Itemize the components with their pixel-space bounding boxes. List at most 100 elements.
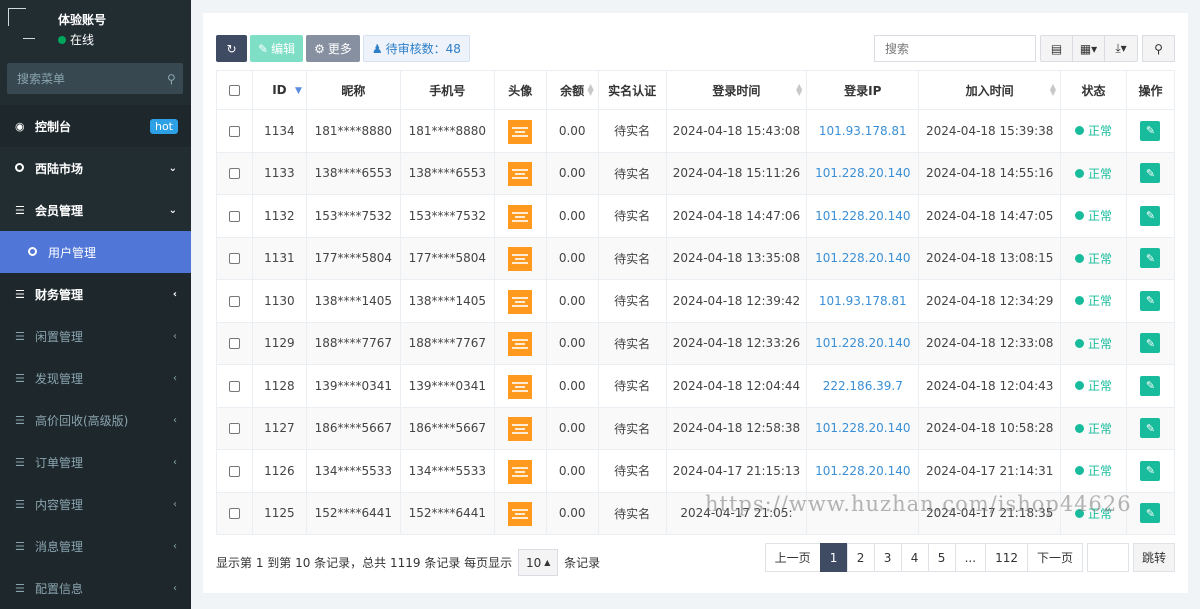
- select-all-checkbox[interactable]: [228, 85, 240, 96]
- status-badge: 正常: [1075, 207, 1112, 224]
- page-2-button[interactable]: 2: [846, 543, 875, 572]
- sidebar-item-discover[interactable]: ☰ 发现管理 ‹: [0, 357, 191, 399]
- cell-login-ip[interactable]: 101.228.20.140: [806, 449, 920, 493]
- page-last-button[interactable]: 112: [985, 543, 1028, 572]
- edit-row-button[interactable]: ✎: [1140, 205, 1161, 226]
- cell-actions: ✎: [1125, 491, 1176, 535]
- cell-id: 1131: [251, 236, 307, 280]
- page-size-select[interactable]: 10 ▲: [518, 549, 559, 576]
- header-join-time[interactable]: 加入时间 ▲ ▼: [918, 70, 1062, 110]
- row-checkbox[interactable]: [228, 380, 240, 392]
- sidebar-item-label: 财务管理: [35, 287, 84, 302]
- avatar-thumbnail[interactable]: [508, 289, 533, 314]
- page-4-button[interactable]: 4: [900, 543, 929, 572]
- more-button[interactable]: ⚙ 更多: [306, 35, 360, 62]
- avatar-thumbnail[interactable]: [508, 119, 533, 144]
- edit-button[interactable]: ✎ 编辑: [250, 35, 304, 62]
- table-row: 1128 139****0341 139****0341 0.00 待实名 2024-04…: [216, 364, 1176, 408]
- header-auth: 实名认证: [597, 70, 667, 110]
- pencil-icon: ✎: [1145, 294, 1156, 308]
- edit-row-button[interactable]: ✎: [1140, 248, 1161, 269]
- export-icon[interactable]: ⤓▾: [1105, 36, 1137, 61]
- sidebar-item-finance[interactable]: ☰ 财务管理 ‹: [0, 273, 191, 315]
- row-checkbox[interactable]: [228, 295, 240, 307]
- cell-phone: 177****5804: [399, 236, 495, 280]
- cell-status: 正常: [1060, 449, 1127, 493]
- cell-login-ip[interactable]: 101.228.20.140: [806, 194, 920, 238]
- table-row: 1132 153****7532 153****7532 0.00 待实名 2024-04…: [216, 194, 1176, 238]
- sort-icon: ▲ ▼: [796, 82, 803, 97]
- avatar-thumbnail[interactable]: [508, 162, 533, 187]
- refresh-button[interactable]: ↻: [216, 35, 247, 62]
- sidebar-item-config[interactable]: ☰ 配置信息 ‹: [0, 567, 191, 609]
- row-checkbox[interactable]: [228, 338, 240, 350]
- sidebar-item-orders[interactable]: ☰ 订单管理 ‹: [0, 441, 191, 483]
- page-5-button[interactable]: 5: [927, 543, 956, 572]
- avatar-thumbnail[interactable]: [508, 332, 533, 357]
- toggle-view-icon[interactable]: ▤: [1041, 36, 1073, 61]
- edit-row-button[interactable]: ✎: [1140, 333, 1161, 354]
- next-page-button[interactable]: 下一页: [1026, 543, 1083, 572]
- status-dot-icon: [1075, 381, 1084, 391]
- row-checkbox[interactable]: [228, 465, 240, 477]
- cell-login-ip[interactable]: 101.228.20.140: [806, 406, 920, 450]
- sidebar-menu: ◉ 控制台 hot 西陆市场 ⌄ ☰ 会员管理 ⌄ 用户管理 ☰ 财务管理 ‹ …: [0, 105, 191, 609]
- cell-login-ip[interactable]: 101.228.20.140: [806, 151, 920, 195]
- prev-page-button[interactable]: 上一页: [764, 543, 821, 572]
- cell-login-ip[interactable]: 222.186.39.7: [806, 364, 920, 408]
- table-search-input[interactable]: [874, 35, 1036, 62]
- edit-row-button[interactable]: ✎: [1140, 120, 1161, 141]
- sidebar-item-market[interactable]: 西陆市场 ⌄: [0, 147, 191, 189]
- status-dot-icon: [1075, 466, 1084, 476]
- status-text: 正常: [1088, 421, 1113, 436]
- row-checkbox[interactable]: [228, 423, 240, 435]
- caret-up-icon: ▲: [544, 558, 551, 567]
- sidebar-item-content[interactable]: ☰ 内容管理 ‹: [0, 483, 191, 525]
- avatar-thumbnail[interactable]: [508, 374, 533, 399]
- search-icon[interactable]: ⚲: [1142, 35, 1175, 62]
- avatar-thumbnail[interactable]: [508, 204, 533, 229]
- row-checkbox[interactable]: [228, 253, 240, 265]
- avatar-thumbnail[interactable]: [508, 502, 533, 527]
- row-checkbox[interactable]: [228, 125, 240, 137]
- jump-button[interactable]: 跳转: [1132, 543, 1175, 572]
- sidebar-item-label: 订单管理: [35, 455, 84, 470]
- edit-row-button[interactable]: ✎: [1140, 460, 1161, 481]
- header-status: 状态: [1060, 70, 1127, 110]
- edit-row-button[interactable]: ✎: [1140, 290, 1161, 311]
- avatar-thumbnail[interactable]: [508, 247, 533, 272]
- page-1-button[interactable]: 1: [819, 543, 848, 572]
- avatar-thumbnail[interactable]: [508, 417, 533, 442]
- avatar-thumbnail[interactable]: [508, 459, 533, 484]
- edit-row-button[interactable]: ✎: [1140, 503, 1161, 524]
- sidebar-item-idle[interactable]: ☰ 闲置管理 ‹: [0, 315, 191, 357]
- sidebar-item-dashboard[interactable]: ◉ 控制台 hot: [0, 105, 191, 147]
- cell-login-ip[interactable]: 101.228.20.140: [806, 321, 920, 365]
- menu-search-input[interactable]: [17, 71, 167, 86]
- row-checkbox[interactable]: [228, 210, 240, 222]
- sidebar-item-messages[interactable]: ☰ 消息管理 ‹: [0, 525, 191, 567]
- sidebar-item-users[interactable]: 用户管理: [0, 231, 191, 273]
- columns-icon[interactable]: ▦▾: [1073, 36, 1105, 61]
- edit-row-button[interactable]: ✎: [1140, 418, 1161, 439]
- header-balance[interactable]: 余额 ▲ ▼: [545, 70, 599, 110]
- edit-row-button[interactable]: ✎: [1140, 163, 1161, 184]
- jump-page-input[interactable]: [1086, 543, 1129, 572]
- edit-row-button[interactable]: ✎: [1140, 375, 1161, 396]
- cell-login-ip[interactable]: 101.93.178.81: [806, 109, 920, 153]
- sidebar-item-recycle[interactable]: ☰ 高价回收(高级版) ‹: [0, 399, 191, 441]
- row-checkbox[interactable]: [228, 168, 240, 180]
- cell-login-ip[interactable]: 101.228.20.140: [806, 236, 920, 280]
- pencil-icon: ✎: [1145, 251, 1156, 265]
- page-3-button[interactable]: 3: [873, 543, 902, 572]
- pending-review-button[interactable]: ♟ 待审核数：48: [362, 35, 470, 62]
- list-icon: ☰: [15, 497, 25, 511]
- cell-phone: 138****1405: [399, 279, 495, 323]
- chevron-down-icon: ⌄: [168, 204, 177, 216]
- header-login-time[interactable]: 登录时间 ▲ ▼: [665, 70, 808, 110]
- sidebar-item-members[interactable]: ☰ 会员管理 ⌄: [0, 189, 191, 231]
- row-checkbox[interactable]: [228, 508, 240, 520]
- header-id[interactable]: ID ▼: [251, 70, 307, 110]
- cell-login-ip[interactable]: 101.93.178.81: [806, 279, 920, 323]
- search-icon[interactable]: ⚲: [167, 72, 176, 86]
